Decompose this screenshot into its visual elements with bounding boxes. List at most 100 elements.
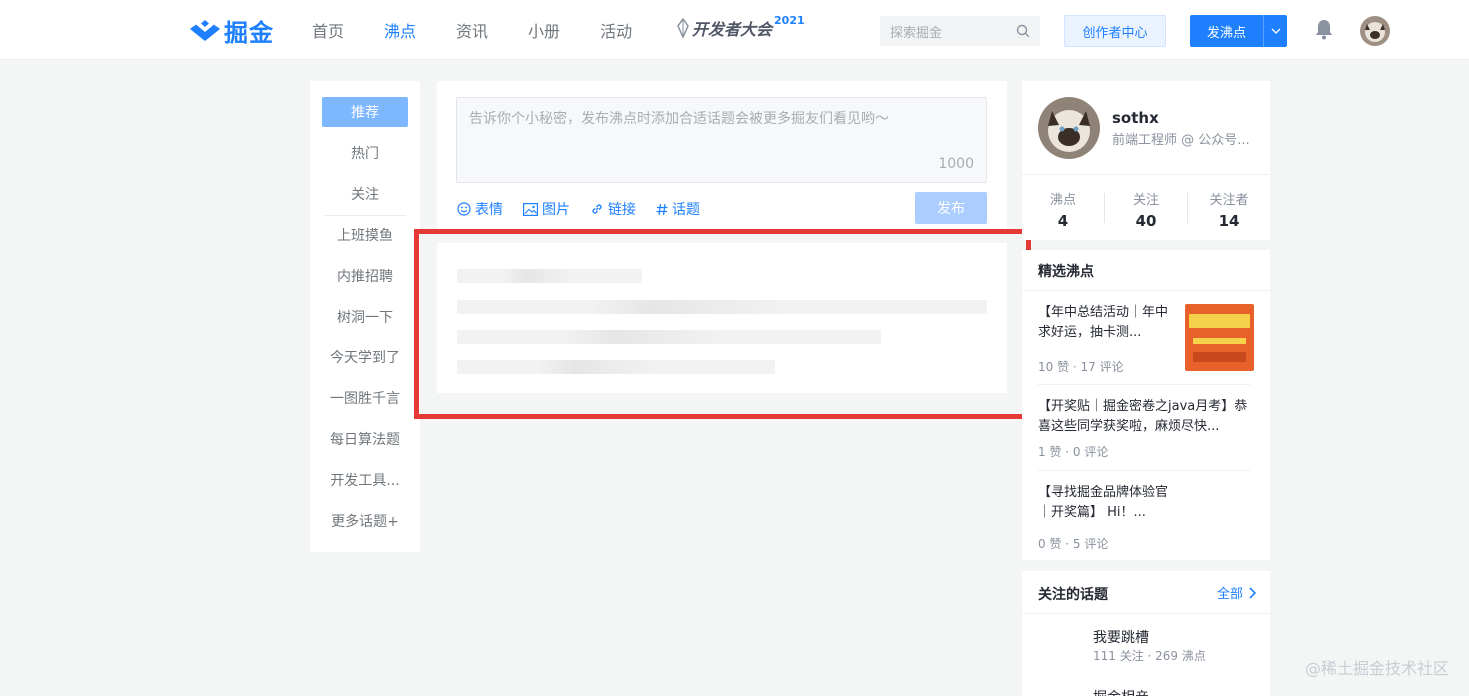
featured-pin-title: 【寻找掘金品牌体验官｜开奖篇】 Hi！... [1038, 485, 1169, 520]
featured-pins-title: 精选沸点 [1038, 264, 1094, 280]
sidebar-tag-til[interactable]: 今天学到了 [322, 342, 408, 372]
post-pin-label: 发沸点 [1206, 25, 1246, 41]
topic-sidebar: 推荐 热门 关注 上班摸鱼 内推招聘 树洞一下 今天学到了 一图胜千言 每日算法… [310, 81, 420, 552]
sidebar-more-topics[interactable]: 更多话题+ [322, 506, 408, 536]
stat-following-label: 关注 [1132, 193, 1159, 208]
featured-pin-meta: 10 赞 · 17 评论 [1038, 360, 1124, 374]
chevron-down-icon [1271, 28, 1280, 34]
creator-center-button[interactable]: 创作者中心 [1064, 15, 1166, 47]
profile-divider [1022, 174, 1270, 175]
profile-description: 前端工程师 @ 公众号... [1112, 133, 1250, 148]
stat-pins-label: 沸点 [1049, 193, 1076, 208]
sidebar-tag-picture[interactable]: 一图胜千言 [322, 383, 408, 413]
topic-label: 话题 [672, 202, 700, 218]
panel-divider [1022, 290, 1270, 291]
pin-composer: 告诉你个小秘密，发布沸点时添加合适话题会被更多掘友们看见哟～ 1000 表情 图… [437, 81, 1007, 230]
stat-pins-value: 4 [1057, 212, 1069, 230]
conference-label: 开发者大会 [692, 20, 773, 39]
red-highlight-box [414, 229, 1031, 419]
stat-followers[interactable]: 关注者 14 [1188, 189, 1270, 230]
sidebar-tag-algorithm[interactable]: 每日算法题 [322, 424, 408, 454]
topic-name[interactable]: 掘金相亲 [1093, 687, 1149, 696]
nav-news[interactable]: 资讯 [456, 18, 488, 42]
followed-topics-title: 关注的话题 [1038, 587, 1108, 603]
char-counter: 1000 [938, 156, 974, 172]
sidebar-tag-following[interactable]: 关注 [322, 179, 408, 209]
view-all-label: 全部 [1216, 587, 1243, 602]
sidebar-tag-treehole[interactable]: 树洞一下 [322, 302, 408, 332]
thumbnail-banner [1193, 352, 1246, 362]
sidebar-tag-hot[interactable]: 热门 [322, 138, 408, 168]
cat-avatar-icon [1038, 97, 1100, 159]
logo-text: 掘金 [224, 18, 274, 47]
user-avatar[interactable] [1360, 16, 1390, 46]
top-header: 掘金 首页 沸点 资讯 小册 活动 开发者大会 2021 探索掘金 创作者中心 … [0, 0, 1469, 60]
sidebar-divider [324, 215, 406, 216]
nav-books[interactable]: 小册 [528, 18, 560, 42]
featured-pin-item[interactable]: 【开奖贴｜掘金密卷之java月考】恭喜这些同学获奖啦，麻烦尽快... 1 赞 ·… [1038, 397, 1254, 467]
bell-icon [1316, 20, 1332, 40]
cat-avatar-icon [1360, 16, 1390, 46]
developer-conference-link[interactable]: 开发者大会 2021 [676, 13, 805, 40]
chevron-right-icon [1249, 586, 1256, 599]
watermark: @稀土掘金技术社区 [1304, 659, 1449, 678]
emoji-label: 表情 [475, 202, 503, 218]
featured-pin-thumbnail[interactable] [1185, 304, 1254, 371]
search-placeholder: 探索掘金 [890, 25, 943, 41]
conference-logo-icon [677, 18, 689, 38]
notification-button[interactable] [1313, 18, 1335, 44]
featured-pin-title: 【年中总结活动｜年中求好运，抽卡测... [1038, 305, 1169, 340]
thumbnail-banner [1193, 338, 1246, 344]
topic-button[interactable]: 话题 [656, 199, 700, 219]
image-label: 图片 [542, 202, 570, 218]
main-nav: 首页 沸点 资讯 小册 活动 [312, 0, 672, 60]
post-dropdown[interactable] [1263, 15, 1287, 47]
image-icon [523, 202, 538, 216]
sidebar-tag-slacking[interactable]: 上班摸鱼 [322, 220, 408, 250]
topic-meta: 111 关注 · 269 沸点 [1093, 649, 1206, 663]
nav-events[interactable]: 活动 [600, 18, 632, 42]
hashtag-icon [656, 203, 668, 215]
stat-followers-value: 14 [1218, 212, 1240, 230]
search-box[interactable]: 探索掘金 [880, 16, 1040, 46]
post-pin-button[interactable]: 发沸点 [1190, 15, 1287, 47]
featured-pin-title: 【开奖贴｜掘金密卷之java月考】恭喜这些同学获奖啦，麻烦尽快... [1038, 399, 1248, 434]
link-button[interactable]: 链接 [590, 199, 636, 219]
juejin-logo-icon [190, 20, 220, 41]
featured-pin-item[interactable]: 【寻找掘金品牌体验官｜开奖篇】 Hi！... 0 赞 · 5 评论 [1038, 483, 1254, 553]
featured-pin-meta: 0 赞 · 5 评论 [1038, 537, 1109, 551]
sidebar-tag-recommend[interactable]: 推荐 [322, 97, 408, 127]
pin-textarea[interactable]: 告诉你个小秘密，发布沸点时添加合适话题会被更多掘友们看见哟～ 1000 [456, 97, 987, 183]
conference-year: 2021 [774, 13, 805, 27]
emoji-icon [457, 202, 471, 216]
thumbnail-banner [1189, 314, 1250, 328]
image-button[interactable]: 图片 [523, 199, 570, 219]
search-icon[interactable] [1016, 24, 1030, 38]
juejin-logo[interactable]: 掘金 [190, 14, 274, 47]
item-divider [1038, 384, 1250, 385]
stat-following-value: 40 [1135, 212, 1157, 230]
publish-button[interactable]: 发布 [915, 192, 987, 224]
sidebar-tag-hiring[interactable]: 内推招聘 [322, 261, 408, 291]
nav-home[interactable]: 首页 [312, 18, 344, 42]
topic-name[interactable]: 我要跳槽 [1093, 627, 1149, 647]
featured-pins-panel: 精选沸点 【年中总结活动｜年中求好运，抽卡测... 10 赞 · 17 评论 【… [1022, 250, 1270, 560]
stat-pins[interactable]: 沸点 4 [1022, 189, 1104, 230]
composer-toolbar: 表情 图片 链接 话题 [457, 199, 720, 219]
stat-followers-label: 关注者 [1209, 193, 1249, 208]
link-icon [592, 204, 602, 214]
nav-pins[interactable]: 沸点 [384, 18, 416, 42]
item-divider [1038, 470, 1250, 471]
followed-topics-panel: 关注的话题 全部 我要跳槽 111 关注 · 269 沸点 掘金相亲 [1022, 571, 1270, 696]
emoji-button[interactable]: 表情 [457, 199, 503, 219]
link-label: 链接 [608, 202, 636, 218]
panel-divider [1022, 613, 1270, 614]
featured-pin-meta: 1 赞 · 0 评论 [1038, 445, 1109, 459]
view-all-topics-link[interactable]: 全部 [1217, 583, 1256, 602]
stat-following[interactable]: 关注 40 [1105, 189, 1187, 230]
profile-name[interactable]: sothx [1112, 109, 1159, 127]
profile-avatar[interactable] [1038, 97, 1100, 159]
textarea-placeholder: 告诉你个小秘密，发布沸点时添加合适话题会被更多掘友们看见哟～ [469, 111, 889, 127]
sidebar-tag-devtools[interactable]: 开发工具... [322, 465, 408, 495]
profile-card: sothx 前端工程师 @ 公众号... 沸点 4 关注 40 关注者 14 [1022, 81, 1270, 240]
